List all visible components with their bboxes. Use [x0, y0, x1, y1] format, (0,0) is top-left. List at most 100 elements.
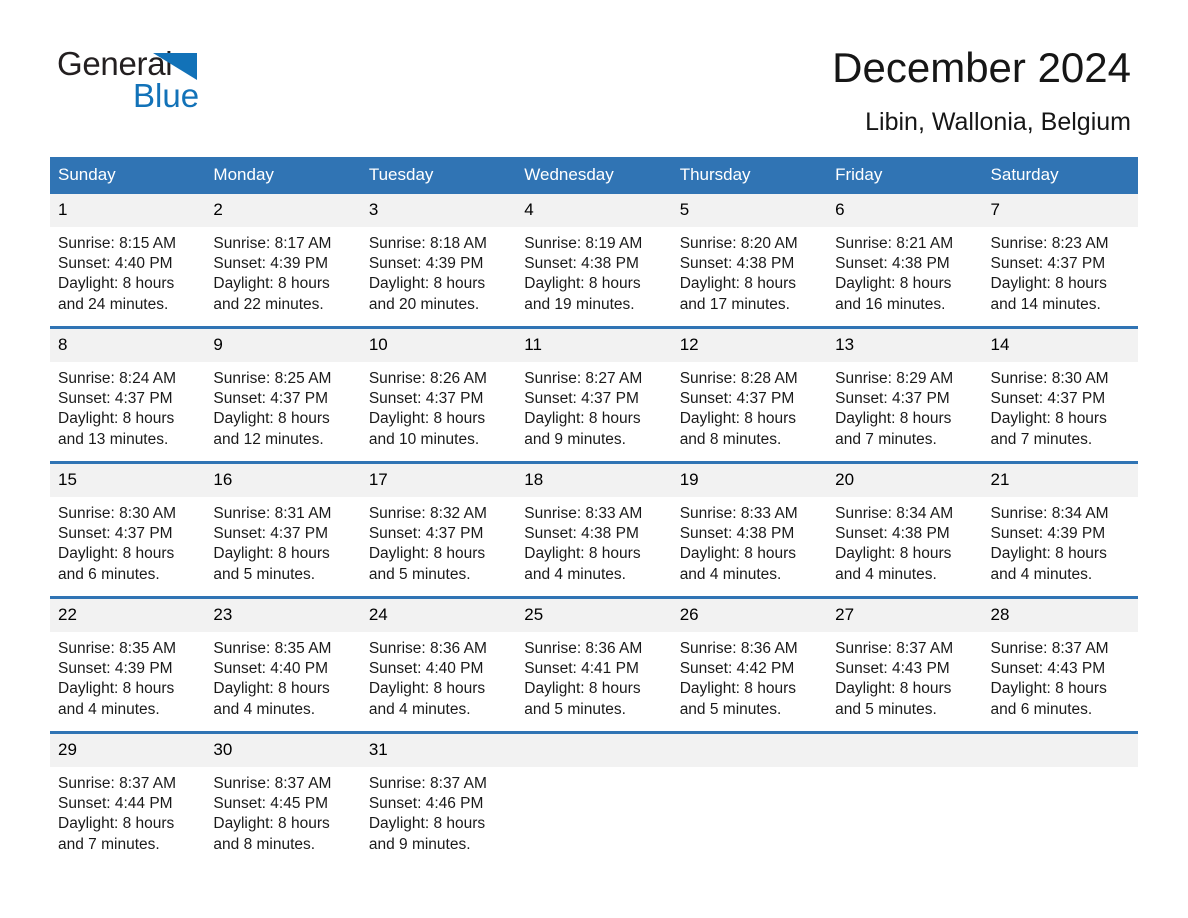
- day-sunrise-text: Sunrise: 8:29 AM: [835, 370, 954, 387]
- day-sunrise-text: Sunrise: 8:37 AM: [213, 775, 332, 792]
- day-sunset-text: Sunset: 4:37 PM: [835, 390, 950, 408]
- day-daylight-line1-text: Daylight: 8 hours: [835, 275, 952, 293]
- day-daylight-line1-text: Daylight: 8 hours: [58, 815, 175, 833]
- calendar-day-cell[interactable]: 21 Sunrise: 8:34 AM Sunset: 4:39 PM Dayligh…: [982, 461, 1138, 598]
- day-daylight-line2-text: and 12 minutes.: [213, 430, 324, 448]
- calendar-table: Sunday Monday Tuesday Wednesday Thursday…: [50, 157, 1138, 866]
- day-sunset-text: Sunset: 4:43 PM: [990, 660, 1106, 678]
- day-number: 9: [205, 329, 361, 362]
- day-details: Sunrise: 8:15 AM Sunset: 4:40 PM Daylight:…: [50, 227, 205, 315]
- day-details: Sunrise: 8:37 AM Sunset: 4:44 PM Daylight:…: [50, 767, 205, 855]
- calendar-day-cell[interactable]: 12 Sunrise: 8:28 AM Sunset: 4:37 PM Dayligh…: [671, 326, 828, 463]
- day-sunset-text: Sunset: 4:41 PM: [524, 660, 639, 678]
- day-sunset-text: Sunset: 4:38 PM: [679, 525, 795, 543]
- day-daylight-line1-text: Daylight: 8 hours: [213, 545, 330, 563]
- calendar-page: General Blue December 2024 Libin, Wallon…: [0, 0, 1188, 918]
- weekday-header-sunday: Sunday: [50, 157, 206, 194]
- calendar-day-cell[interactable]: 19 Sunrise: 8:33 AM Sunset: 4:38 PM Dayligh…: [671, 461, 828, 598]
- calendar-day-cell[interactable]: 20 Sunrise: 8:34 AM Sunset: 4:38 PM Dayligh…: [827, 461, 983, 598]
- calendar-day-cell[interactable]: 8 Sunrise: 8:24 AM Sunset: 4:37 PM Daylight…: [50, 326, 206, 463]
- day-daylight-line2-text: and 6 minutes.: [58, 565, 160, 583]
- day-details: Sunrise: 8:28 AM Sunset: 4:37 PM Daylight:…: [672, 362, 827, 450]
- day-sunrise-text: Sunrise: 8:19 AM: [524, 235, 643, 252]
- calendar-day-cell[interactable]: 3 Sunrise: 8:18 AM Sunset: 4:39 PM Daylight…: [360, 194, 517, 328]
- day-details: Sunrise: 8:21 AM Sunset: 4:38 PM Daylight:…: [827, 227, 982, 315]
- calendar-day-cell[interactable]: 7 Sunrise: 8:23 AM Sunset: 4:37 PM Daylight…: [982, 194, 1138, 328]
- weekday-header-saturday: Saturday: [982, 157, 1138, 194]
- calendar-day-cell[interactable]: 30 Sunrise: 8:37 AM Sunset: 4:45 PM Dayligh…: [205, 731, 361, 866]
- day-sunset-text: Sunset: 4:37 PM: [679, 390, 795, 408]
- day-details: Sunrise: 8:33 AM Sunset: 4:38 PM Daylight:…: [516, 497, 671, 585]
- calendar-day-cell[interactable]: 16 Sunrise: 8:31 AM Sunset: 4:37 PM Dayligh…: [205, 461, 361, 598]
- calendar-day-cell[interactable]: 24 Sunrise: 8:36 AM Sunset: 4:40 PM Dayligh…: [360, 596, 517, 733]
- day-details: [827, 767, 982, 774]
- day-daylight-line2-text: and 7 minutes.: [990, 430, 1093, 448]
- calendar-day-cell[interactable]: 4 Sunrise: 8:19 AM Sunset: 4:38 PM Daylight…: [516, 194, 672, 328]
- calendar-day-cell[interactable]: 17 Sunrise: 8:32 AM Sunset: 4:37 PM Dayligh…: [360, 461, 517, 598]
- day-details: Sunrise: 8:18 AM Sunset: 4:39 PM Daylight:…: [361, 227, 516, 315]
- day-sunset-text: Sunset: 4:40 PM: [368, 660, 484, 678]
- day-number: 5: [671, 194, 828, 227]
- day-daylight-line2-text: and 4 minutes.: [990, 565, 1093, 583]
- day-daylight-line2-text: and 24 minutes.: [58, 295, 169, 313]
- calendar-day-cell[interactable]: 22 Sunrise: 8:35 AM Sunset: 4:39 PM Dayligh…: [50, 596, 206, 733]
- day-details: [983, 767, 1138, 774]
- day-details: Sunrise: 8:31 AM Sunset: 4:37 PM Daylight:…: [205, 497, 360, 585]
- day-sunrise-text: Sunrise: 8:37 AM: [835, 640, 954, 657]
- calendar-day-cell[interactable]: 26 Sunrise: 8:36 AM Sunset: 4:42 PM Dayligh…: [671, 596, 828, 733]
- day-daylight-line1-text: Daylight: 8 hours: [524, 410, 641, 428]
- calendar-day-cell[interactable]: 13 Sunrise: 8:29 AM Sunset: 4:37 PM Dayligh…: [827, 326, 983, 463]
- day-number: 12: [671, 329, 828, 362]
- calendar-day-cell[interactable]: 10 Sunrise: 8:26 AM Sunset: 4:37 PM Dayligh…: [360, 326, 517, 463]
- calendar-day-cell[interactable]: 27 Sunrise: 8:37 AM Sunset: 4:43 PM Dayligh…: [827, 596, 983, 733]
- calendar-day-cell[interactable]: 25 Sunrise: 8:36 AM Sunset: 4:41 PM Dayligh…: [516, 596, 672, 733]
- day-number: 31: [360, 734, 517, 767]
- day-number: 23: [205, 599, 361, 632]
- day-sunset-text: Sunset: 4:37 PM: [524, 390, 639, 408]
- day-details: Sunrise: 8:17 AM Sunset: 4:39 PM Daylight:…: [205, 227, 360, 315]
- day-sunset-text: Sunset: 4:39 PM: [990, 525, 1106, 543]
- calendar-day-cell[interactable]: 23 Sunrise: 8:35 AM Sunset: 4:40 PM Dayligh…: [205, 596, 361, 733]
- calendar-body: 1 Sunrise: 8:15 AM Sunset: 4:40 PM Daylight…: [50, 194, 1138, 866]
- day-daylight-line2-text: and 17 minutes.: [679, 295, 790, 313]
- day-daylight-line2-text: and 7 minutes.: [58, 835, 160, 853]
- calendar-day-cell[interactable]: 2 Sunrise: 8:17 AM Sunset: 4:39 PM Daylight…: [205, 194, 361, 328]
- day-details: Sunrise: 8:33 AM Sunset: 4:38 PM Daylight:…: [672, 497, 827, 585]
- calendar-week-row: 22 Sunrise: 8:35 AM Sunset: 4:39 PM Dayligh…: [50, 596, 1138, 733]
- calendar-day-cell[interactable]: 1 Sunrise: 8:15 AM Sunset: 4:40 PM Daylight…: [50, 194, 206, 328]
- calendar-day-cell[interactable]: 29 Sunrise: 8:37 AM Sunset: 4:44 PM Dayligh…: [50, 731, 206, 866]
- day-sunrise-text: Sunrise: 8:21 AM: [835, 235, 954, 252]
- day-number: [516, 734, 672, 767]
- day-sunset-text: Sunset: 4:37 PM: [58, 525, 173, 543]
- day-number: 1: [50, 194, 206, 227]
- calendar-day-cell[interactable]: 28 Sunrise: 8:37 AM Sunset: 4:43 PM Dayligh…: [982, 596, 1138, 733]
- calendar-day-cell[interactable]: 15 Sunrise: 8:30 AM Sunset: 4:37 PM Dayligh…: [50, 461, 206, 598]
- day-daylight-line1-text: Daylight: 8 hours: [368, 545, 486, 563]
- day-daylight-line1-text: Daylight: 8 hours: [679, 680, 796, 698]
- calendar-day-cell-empty: [671, 731, 828, 866]
- day-daylight-line1-text: Daylight: 8 hours: [213, 275, 330, 293]
- day-daylight-line2-text: and 5 minutes.: [368, 565, 471, 583]
- day-number: 24: [360, 599, 517, 632]
- logo-text-blue: Blue: [133, 77, 200, 114]
- calendar-day-cell[interactable]: 9 Sunrise: 8:25 AM Sunset: 4:37 PM Daylight…: [205, 326, 361, 463]
- calendar-day-cell[interactable]: 31 Sunrise: 8:37 AM Sunset: 4:46 PM Dayligh…: [360, 731, 517, 866]
- day-number: 15: [50, 464, 206, 497]
- calendar-day-cell[interactable]: 14 Sunrise: 8:30 AM Sunset: 4:37 PM Dayligh…: [982, 326, 1138, 463]
- day-sunset-text: Sunset: 4:37 PM: [368, 390, 484, 408]
- day-number: 18: [516, 464, 672, 497]
- day-details: Sunrise: 8:20 AM Sunset: 4:38 PM Daylight:…: [672, 227, 827, 315]
- day-details: Sunrise: 8:19 AM Sunset: 4:38 PM Daylight:…: [516, 227, 671, 315]
- general-blue-logo[interactable]: General Blue: [57, 44, 257, 114]
- calendar-day-cell[interactable]: 6 Sunrise: 8:21 AM Sunset: 4:38 PM Daylight…: [827, 194, 983, 328]
- day-sunset-text: Sunset: 4:39 PM: [213, 255, 329, 273]
- calendar-week-row: 15 Sunrise: 8:30 AM Sunset: 4:37 PM Dayligh…: [50, 461, 1138, 598]
- calendar-day-cell[interactable]: 5 Sunrise: 8:20 AM Sunset: 4:38 PM Daylight…: [671, 194, 828, 328]
- calendar-day-cell[interactable]: 11 Sunrise: 8:27 AM Sunset: 4:37 PM Dayligh…: [516, 326, 672, 463]
- weekday-header-row: Sunday Monday Tuesday Wednesday Thursday…: [50, 157, 1138, 194]
- day-daylight-line2-text: and 8 minutes.: [679, 430, 782, 448]
- calendar-day-cell[interactable]: 18 Sunrise: 8:33 AM Sunset: 4:38 PM Dayligh…: [516, 461, 672, 598]
- day-daylight-line1-text: Daylight: 8 hours: [990, 545, 1107, 563]
- day-details: Sunrise: 8:32 AM Sunset: 4:37 PM Daylight:…: [361, 497, 516, 585]
- day-number: 28: [982, 599, 1138, 632]
